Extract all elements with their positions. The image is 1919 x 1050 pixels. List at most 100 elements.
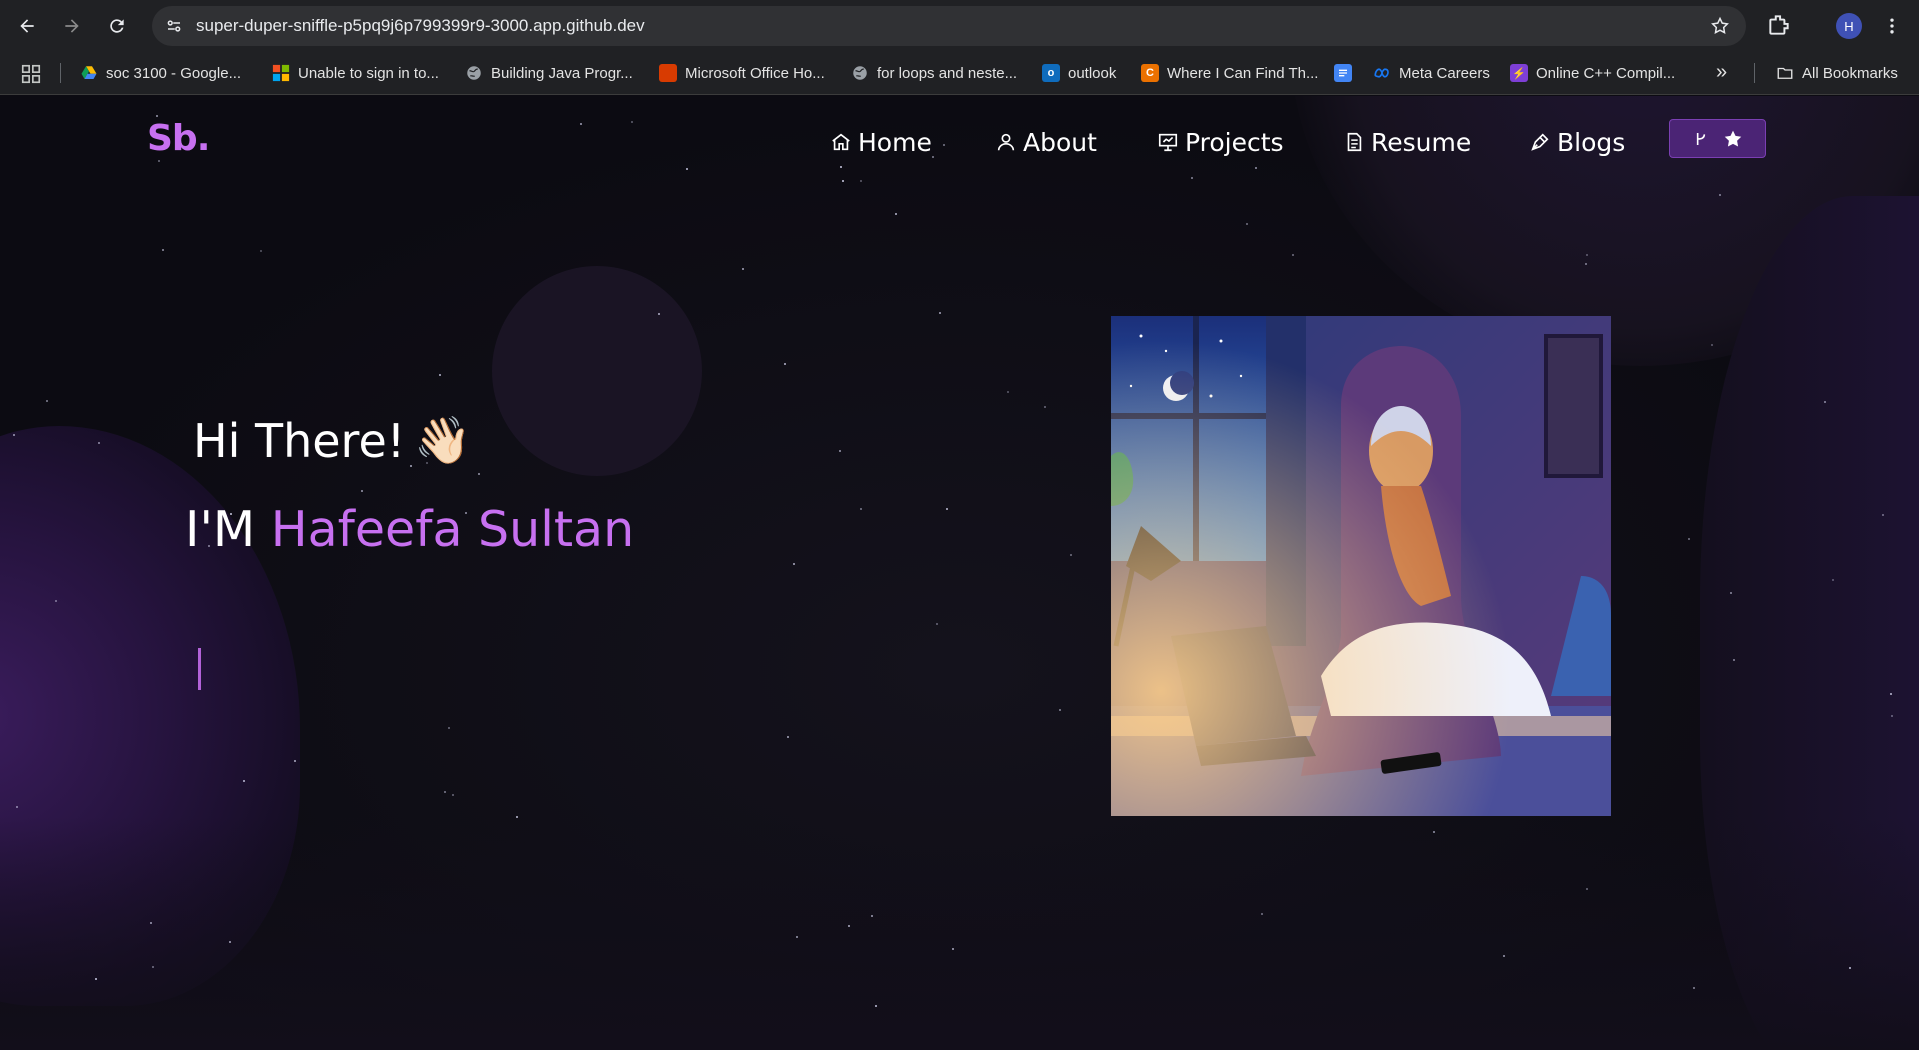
document-icon <box>1347 132 1362 152</box>
bookmark-item[interactable]: soc 3100 - Google... <box>80 61 241 85</box>
star-dot <box>444 791 446 793</box>
star-dot <box>1890 693 1892 695</box>
profile-avatar[interactable]: H <box>1836 13 1862 39</box>
star-dot <box>158 160 160 162</box>
star-dot <box>793 563 795 565</box>
star-dot <box>1688 538 1690 540</box>
star-dot <box>294 760 296 762</box>
nav-about[interactable]: About <box>995 124 1097 160</box>
address-bar[interactable]: super-duper-sniffle-p5pq9j6p799399r9-300… <box>152 6 1746 46</box>
star-dot <box>580 123 582 125</box>
all-bookmarks-button[interactable]: All Bookmarks <box>1776 61 1898 85</box>
url-text[interactable]: super-duper-sniffle-p5pq9j6p799399r9-300… <box>196 16 645 36</box>
nav-blogs-label: Blogs <box>1557 127 1626 157</box>
bookmark-item[interactable]: o outlook <box>1042 61 1116 85</box>
nav-blogs[interactable]: Blogs <box>1529 124 1625 160</box>
chegg-icon: C <box>1141 64 1159 82</box>
star-dot <box>46 400 48 402</box>
site-logo[interactable]: Sb. <box>147 118 210 159</box>
star-dot <box>1832 579 1834 581</box>
github-fork-star-button[interactable] <box>1669 119 1766 158</box>
nav-resume[interactable]: Resume <box>1343 124 1471 160</box>
bookmark-item[interactable]: Meta Careers <box>1373 61 1490 85</box>
nav-home[interactable]: Home <box>830 124 932 160</box>
apps-grid-icon[interactable] <box>20 63 42 85</box>
star-dot <box>243 780 245 782</box>
bookmark-label: Building Java Progr... <box>491 64 633 82</box>
arrow-left-icon <box>20 19 34 33</box>
star-dot <box>1733 659 1735 661</box>
more-bookmarks-button[interactable]: » <box>1716 61 1727 84</box>
star-dot <box>1586 888 1588 890</box>
bookmark-item[interactable] <box>1334 61 1352 85</box>
reload-button[interactable] <box>102 11 132 41</box>
globe-icon <box>465 64 483 82</box>
microsoft-icon <box>272 64 290 82</box>
bookmark-star-icon[interactable] <box>1708 14 1732 38</box>
star-dot <box>516 816 518 818</box>
star-dot <box>787 736 789 738</box>
hero-intro-prefix: I'M <box>185 501 256 558</box>
star-dot <box>439 374 441 376</box>
star-dot <box>686 168 688 170</box>
meta-icon <box>1373 64 1391 82</box>
google-drive-icon <box>80 64 98 82</box>
pen-nib-icon <box>1531 133 1549 151</box>
extensions-icon[interactable] <box>1766 12 1794 40</box>
bookmark-label: Online C++ Compil... <box>1536 64 1676 82</box>
typewriter-cursor <box>198 648 201 690</box>
star-dot <box>839 450 841 452</box>
star-dot <box>162 249 164 251</box>
site-info-icon[interactable] <box>162 14 186 38</box>
arrow-right-icon <box>65 19 79 33</box>
outlook-icon: o <box>1042 64 1060 82</box>
star-dot <box>16 806 18 808</box>
bookmark-label: Unable to sign in to... <box>298 64 439 82</box>
user-icon <box>997 133 1015 151</box>
bookmark-item[interactable]: Microsoft Office Ho... <box>659 61 825 85</box>
bookmark-item[interactable]: Unable to sign in to... <box>272 61 439 85</box>
star-dot <box>860 508 862 510</box>
star-dot <box>448 727 450 729</box>
star-dot <box>1246 223 1248 225</box>
bookmark-item[interactable]: Building Java Progr... <box>465 61 633 85</box>
star-dot <box>952 948 954 950</box>
bookmark-label: outlook <box>1068 64 1117 82</box>
star-dot <box>840 166 842 168</box>
star-dot <box>98 442 100 444</box>
star-dot <box>842 180 844 182</box>
forward-button[interactable] <box>57 11 87 41</box>
star-dot <box>478 473 480 475</box>
star-dot <box>875 1005 877 1007</box>
star-dot <box>946 508 948 510</box>
browser-toolbar: super-duper-sniffle-p5pq9j6p799399r9-300… <box>0 0 1919 51</box>
star-dot <box>1849 967 1851 969</box>
star-dot <box>1711 344 1713 346</box>
office-icon <box>659 64 677 82</box>
star-dot <box>13 434 15 436</box>
bookmark-label: for loops and neste... <box>877 64 1018 82</box>
background-gradient <box>0 816 1919 1050</box>
hero-name: Hafeefa Sultan <box>270 501 635 558</box>
back-button[interactable] <box>12 11 42 41</box>
bookmark-item[interactable]: C Where I Can Find Th... <box>1141 61 1318 85</box>
portfolio-page: Sb. Home About Projects Resume Blogs Hi … <box>0 96 1919 1050</box>
bolt-icon: ⚡ <box>1510 64 1528 82</box>
bookmark-label: Where I Can Find Th... <box>1167 64 1319 82</box>
bookmark-item[interactable]: ⚡ Online C++ Compil... <box>1510 61 1675 85</box>
star-icon <box>1724 130 1741 146</box>
star-dot <box>871 915 873 917</box>
reload-icon <box>110 19 124 33</box>
star-dot <box>848 925 850 927</box>
bookmarks-bar: soc 3100 - Google... Unable to sign in t… <box>0 51 1919 95</box>
star-dot <box>895 213 897 215</box>
star-dot <box>936 623 938 625</box>
bookmark-item[interactable]: for loops and neste... <box>851 61 1017 85</box>
kebab-menu-icon[interactable] <box>1880 12 1904 40</box>
star-dot <box>1891 715 1893 717</box>
star-dot <box>1007 391 1009 393</box>
star-dot <box>1070 554 1072 556</box>
star-dot <box>1503 955 1505 957</box>
nav-projects[interactable]: Projects <box>1157 124 1284 160</box>
star-dot <box>939 312 941 314</box>
